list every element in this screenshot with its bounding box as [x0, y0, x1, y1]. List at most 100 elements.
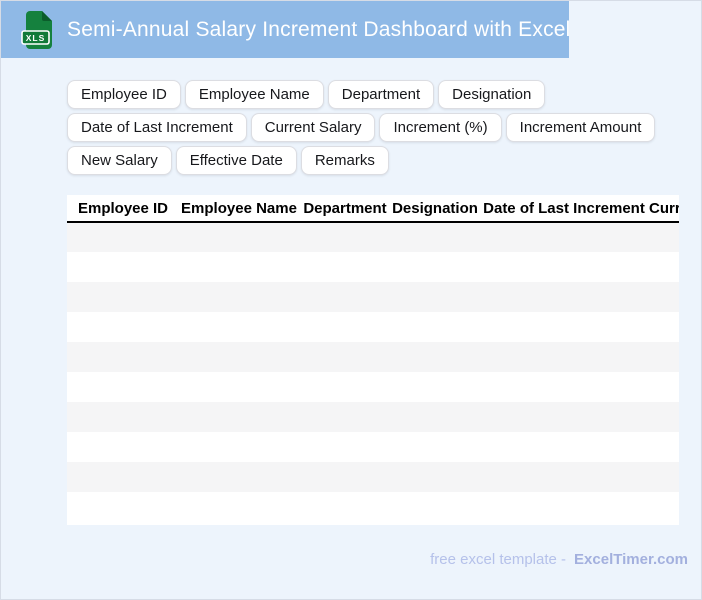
table-row	[67, 432, 679, 462]
table-row	[67, 312, 679, 342]
table-cell	[67, 282, 179, 312]
table-cell	[649, 312, 679, 342]
field-chip-date-of-last-increment[interactable]: Date of Last Increment	[67, 113, 247, 142]
column-header: Employee Name	[179, 195, 299, 223]
table-cell	[67, 222, 179, 252]
table-cell	[391, 432, 479, 462]
table-cell	[649, 492, 679, 522]
table-body	[67, 222, 679, 522]
field-chip-increment-amount[interactable]: Increment Amount	[505, 113, 656, 142]
table-cell	[299, 282, 391, 312]
field-chips: Employee ID Employee Name Department Design…	[67, 80, 695, 175]
xls-file-icon: XLS	[21, 10, 52, 49]
table-cell	[67, 402, 179, 432]
table-row	[67, 222, 679, 252]
table-cell	[649, 252, 679, 282]
table-cell	[179, 342, 299, 372]
table-cell	[179, 222, 299, 252]
column-header: Current Salary	[649, 195, 679, 223]
table-cell	[479, 282, 649, 312]
table-cell	[479, 372, 649, 402]
table-cell	[179, 372, 299, 402]
table-row	[67, 372, 679, 402]
table-cell	[67, 432, 179, 462]
app-header: XLS Semi-Annual Salary Increment Dashboa…	[1, 1, 571, 58]
table-cell	[299, 342, 391, 372]
column-header: Department	[299, 195, 391, 223]
table-cell	[179, 432, 299, 462]
table-cell	[479, 402, 649, 432]
table-header-row: Employee ID Employee Name Department Design…	[67, 195, 679, 223]
table-cell	[479, 492, 649, 522]
table-cell	[479, 312, 649, 342]
field-chip-remarks[interactable]: Remarks	[300, 146, 389, 175]
table-cell	[649, 372, 679, 402]
page: XLS Semi-Annual Salary Increment Dashboa…	[0, 0, 702, 600]
table-cell	[67, 342, 179, 372]
field-chip-new-salary[interactable]: New Salary	[67, 146, 172, 175]
table-cell	[391, 492, 479, 522]
table-cell	[649, 282, 679, 312]
table-cell	[179, 312, 299, 342]
dashboard-table: Employee ID Employee Name Department Design…	[67, 195, 679, 522]
table-cell	[67, 492, 179, 522]
table-cell	[479, 222, 649, 252]
field-chip-employee-name[interactable]: Employee Name	[184, 80, 324, 109]
table-cell	[391, 252, 479, 282]
table-cell	[479, 432, 649, 462]
table-cell	[179, 252, 299, 282]
field-chip-department[interactable]: Department	[327, 80, 435, 109]
table-row	[67, 462, 679, 492]
table-cell	[299, 462, 391, 492]
field-chip-increment[interactable]: Increment (%)	[379, 113, 502, 142]
field-chip-employee-id[interactable]: Employee ID	[67, 80, 181, 109]
column-header: Date of Last Increment	[479, 195, 649, 223]
table-cell	[67, 462, 179, 492]
table-cell	[649, 342, 679, 372]
table-cell	[67, 372, 179, 402]
table-cell	[479, 342, 649, 372]
xls-badge-text: XLS	[26, 33, 46, 43]
table-cell	[479, 252, 649, 282]
table-cell	[479, 462, 649, 492]
field-chip-current-salary[interactable]: Current Salary	[250, 113, 376, 142]
dashboard-table-wrap: Employee ID Employee Name Department Design…	[67, 195, 679, 525]
table-row	[67, 342, 679, 372]
footer-text: free excel template -	[430, 551, 567, 568]
field-chip-designation[interactable]: Designation	[438, 80, 546, 109]
column-header: Employee ID	[67, 195, 179, 223]
table-cell	[391, 462, 479, 492]
table-row	[67, 492, 679, 522]
table-cell	[299, 432, 391, 462]
table-cell	[649, 222, 679, 252]
table-cell	[391, 372, 479, 402]
table-cell	[67, 252, 179, 282]
table-cell	[299, 222, 391, 252]
page-title: Semi-Annual Salary Increment Dashboard w…	[67, 17, 571, 41]
table-cell	[299, 492, 391, 522]
column-header: Designation	[391, 195, 479, 223]
table-cell	[179, 492, 299, 522]
table-cell	[67, 312, 179, 342]
table-cell	[299, 312, 391, 342]
table-cell	[299, 372, 391, 402]
table-cell	[391, 222, 479, 252]
table-cell	[649, 402, 679, 432]
table-cell	[179, 462, 299, 492]
footer-brand-link[interactable]: ExcelTimer.com	[574, 551, 688, 568]
table-cell	[649, 432, 679, 462]
table-cell	[299, 252, 391, 282]
table-row	[67, 282, 679, 312]
table-row	[67, 252, 679, 282]
table-cell	[391, 342, 479, 372]
footer: free excel template - ExcelTimer.com	[430, 551, 688, 568]
field-chip-effective-date[interactable]: Effective Date	[175, 146, 297, 175]
table-row	[67, 402, 679, 432]
table-cell	[179, 282, 299, 312]
table-cell	[299, 402, 391, 432]
table-cell	[391, 282, 479, 312]
table-cell	[179, 402, 299, 432]
table-cell	[391, 312, 479, 342]
table-cell	[391, 402, 479, 432]
table-cell	[649, 462, 679, 492]
